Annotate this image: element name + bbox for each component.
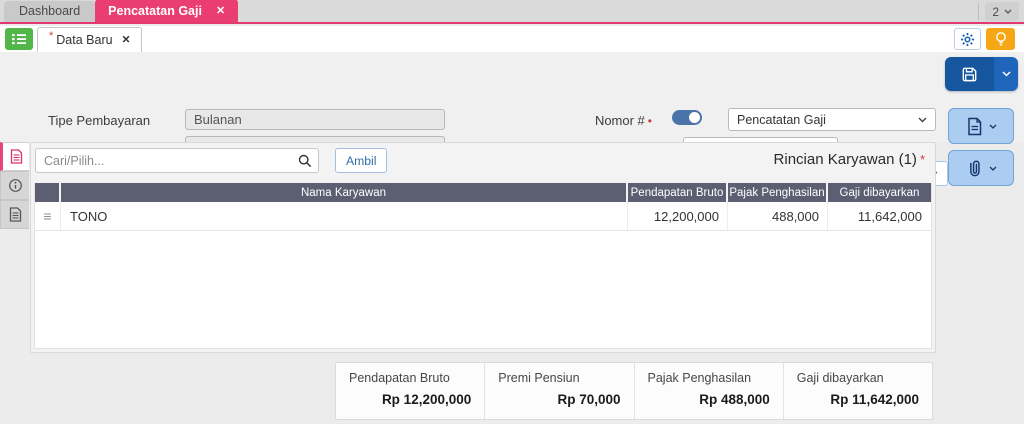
tab-bar-right: 2 <box>978 2 1019 21</box>
label-nomor-text: Nomor # <box>594 113 645 128</box>
employee-search-box <box>35 148 319 173</box>
employee-table: Nama Karyawan Pendapatan Bruto Pajak Pen… <box>34 183 932 349</box>
required-dot: • <box>647 114 652 128</box>
save-button[interactable] <box>945 57 994 91</box>
search-icon[interactable] <box>298 154 312 168</box>
header-pendapatan-bruto[interactable]: Pendapatan Bruto <box>628 183 728 202</box>
summary-value: Rp 12,200,000 <box>381 392 472 407</box>
menu-list-button[interactable] <box>5 28 33 50</box>
header-handle <box>35 183 61 202</box>
chevron-down-icon <box>989 166 997 171</box>
close-icon[interactable]: ✕ <box>122 34 131 46</box>
header-pajak-penghasilan[interactable]: Pajak Penghasilan <box>728 183 828 202</box>
label-nomor: Nomor # • <box>530 113 652 128</box>
ambil-button[interactable]: Ambil <box>335 148 388 173</box>
save-options-button[interactable] <box>994 57 1018 91</box>
unsaved-marker: * <box>49 30 54 42</box>
table-header-row: Nama Karyawan Pendapatan Bruto Pajak Pen… <box>35 183 931 202</box>
lightbulb-icon <box>995 32 1006 46</box>
summary-value: Rp 70,000 <box>557 392 621 407</box>
document-toolbar: * Data Baru ✕ <box>0 26 1024 52</box>
summary-pendapatan-bruto: Pendapatan Bruto Rp 12,200,000 <box>336 363 484 419</box>
summary-label: Gaji dibayarkan <box>796 371 884 385</box>
summary-label: Premi Pensiun <box>498 371 580 385</box>
summary-label: Pajak Penghasilan <box>647 371 752 385</box>
tips-button[interactable] <box>986 28 1015 50</box>
doc-tab-label: Data Baru <box>56 33 113 47</box>
header-nama-karyawan[interactable]: Nama Karyawan <box>61 183 628 202</box>
document-icon <box>967 117 981 135</box>
side-tab-rincian[interactable] <box>0 142 29 171</box>
header-form: Tipe Pembayaran Bulanan Cabang JAKARTA B… <box>0 52 1024 186</box>
nomor-template-select[interactable]: Pencatatan Gaji <box>728 108 936 131</box>
label-tipe-pembayaran: Tipe Pembayaran <box>48 113 151 128</box>
chevron-down-icon <box>918 117 927 122</box>
table-row[interactable]: ≡ TONO 12,200,000 488,000 11,642,000 <box>35 202 931 231</box>
close-icon[interactable]: ✕ <box>216 4 225 17</box>
input-tipe-pembayaran: Bulanan <box>185 109 445 130</box>
cell-pendapatan-bruto[interactable]: 12,200,000 <box>628 202 728 230</box>
save-icon <box>962 67 977 81</box>
tab-count-value: 2 <box>992 4 999 19</box>
header-gaji-dibayarkan[interactable]: Gaji dibayarkan <box>828 183 931 202</box>
section-heading: Rincian Karyawan (1) * <box>774 151 925 168</box>
chevron-down-icon <box>989 124 996 129</box>
summary-value: Rp 11,642,000 <box>830 392 919 407</box>
summary-value: Rp 488,000 <box>699 392 770 407</box>
window-tab-bar: Dashboard Pencatatan Gaji ✕ 2 <box>0 0 1024 24</box>
tab-pencatatan-gaji-label: Pencatatan Gaji <box>108 3 202 18</box>
employee-search-input[interactable] <box>36 149 294 172</box>
summary-pajak-penghasilan: Pajak Penghasilan Rp 488,000 <box>633 363 783 419</box>
side-tab-jurnal[interactable] <box>0 200 29 229</box>
tab-dashboard[interactable]: Dashboard <box>4 1 96 22</box>
document-icon <box>10 149 22 164</box>
totals-summary-bar: Pendapatan Bruto Rp 12,200,000 Premi Pen… <box>335 362 933 420</box>
journal-icon <box>9 207 21 222</box>
gear-icon <box>960 32 975 46</box>
settings-button[interactable] <box>954 28 981 50</box>
drag-handle-icon[interactable]: ≡ <box>43 208 51 224</box>
print-document-button[interactable] <box>948 108 1014 144</box>
attachment-button[interactable] <box>948 150 1014 186</box>
toggle-knob <box>689 112 700 123</box>
save-split-button[interactable] <box>945 57 1018 91</box>
tab-count-dropdown[interactable]: 2 <box>985 2 1019 21</box>
paperclip-icon <box>970 160 980 177</box>
divider <box>978 3 980 20</box>
cell-pajak-penghasilan[interactable]: 488,000 <box>728 202 828 230</box>
info-icon <box>8 179 22 192</box>
chevron-down-icon <box>1001 71 1011 77</box>
cell-gaji-dibayarkan[interactable]: 11,642,000 <box>828 202 931 230</box>
list-icon <box>12 34 26 45</box>
side-tab-info[interactable] <box>0 171 29 200</box>
summary-premi-pensiun: Premi Pensiun Rp 70,000 <box>484 363 633 419</box>
section-heading-text: Rincian Karyawan (1) <box>773 151 917 168</box>
nomor-auto-toggle[interactable] <box>672 110 702 125</box>
chevron-down-icon <box>1004 9 1012 14</box>
cell-nama-karyawan[interactable]: TONO <box>61 202 628 230</box>
tab-pencatatan-gaji[interactable]: Pencatatan Gaji ✕ <box>95 0 239 22</box>
rincian-karyawan-panel: Ambil Rincian Karyawan (1)* Nama Karyawa… <box>30 142 936 353</box>
required-asterisk: * <box>919 152 925 167</box>
doc-tab-data-baru[interactable]: * Data Baru ✕ <box>37 27 143 52</box>
summary-gaji-dibayarkan: Gaji dibayarkan Rp 11,642,000 <box>782 363 932 419</box>
summary-label: Pendapatan Bruto <box>349 371 450 385</box>
nomor-template-value: Pencatatan Gaji <box>737 112 826 127</box>
